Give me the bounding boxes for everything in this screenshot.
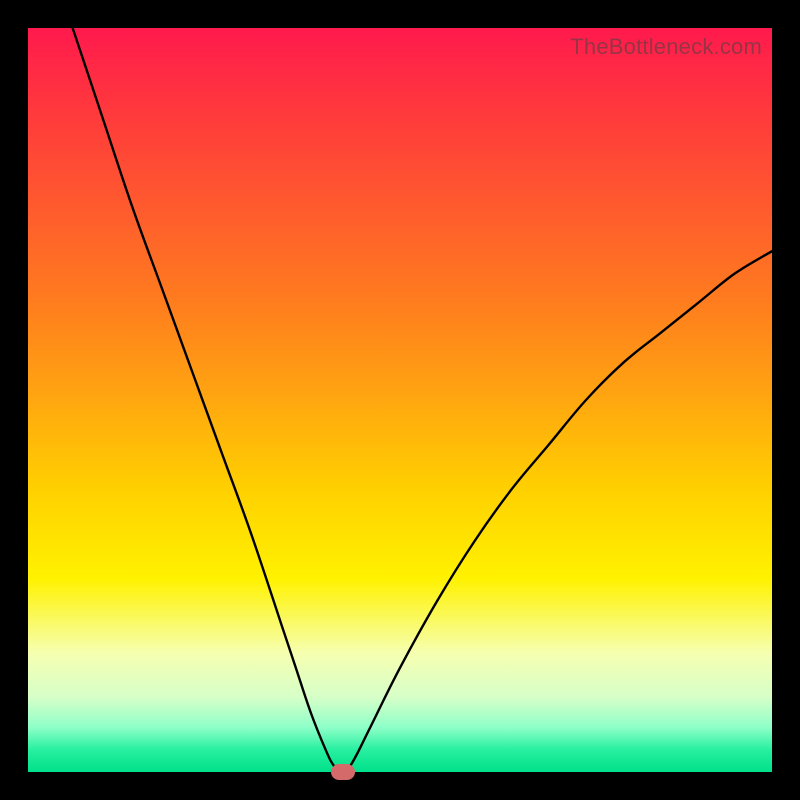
chart-frame: TheBottleneck.com (0, 0, 800, 800)
plot-area: TheBottleneck.com (28, 28, 772, 772)
optimum-marker (331, 764, 355, 780)
bottleneck-curve (28, 28, 772, 772)
